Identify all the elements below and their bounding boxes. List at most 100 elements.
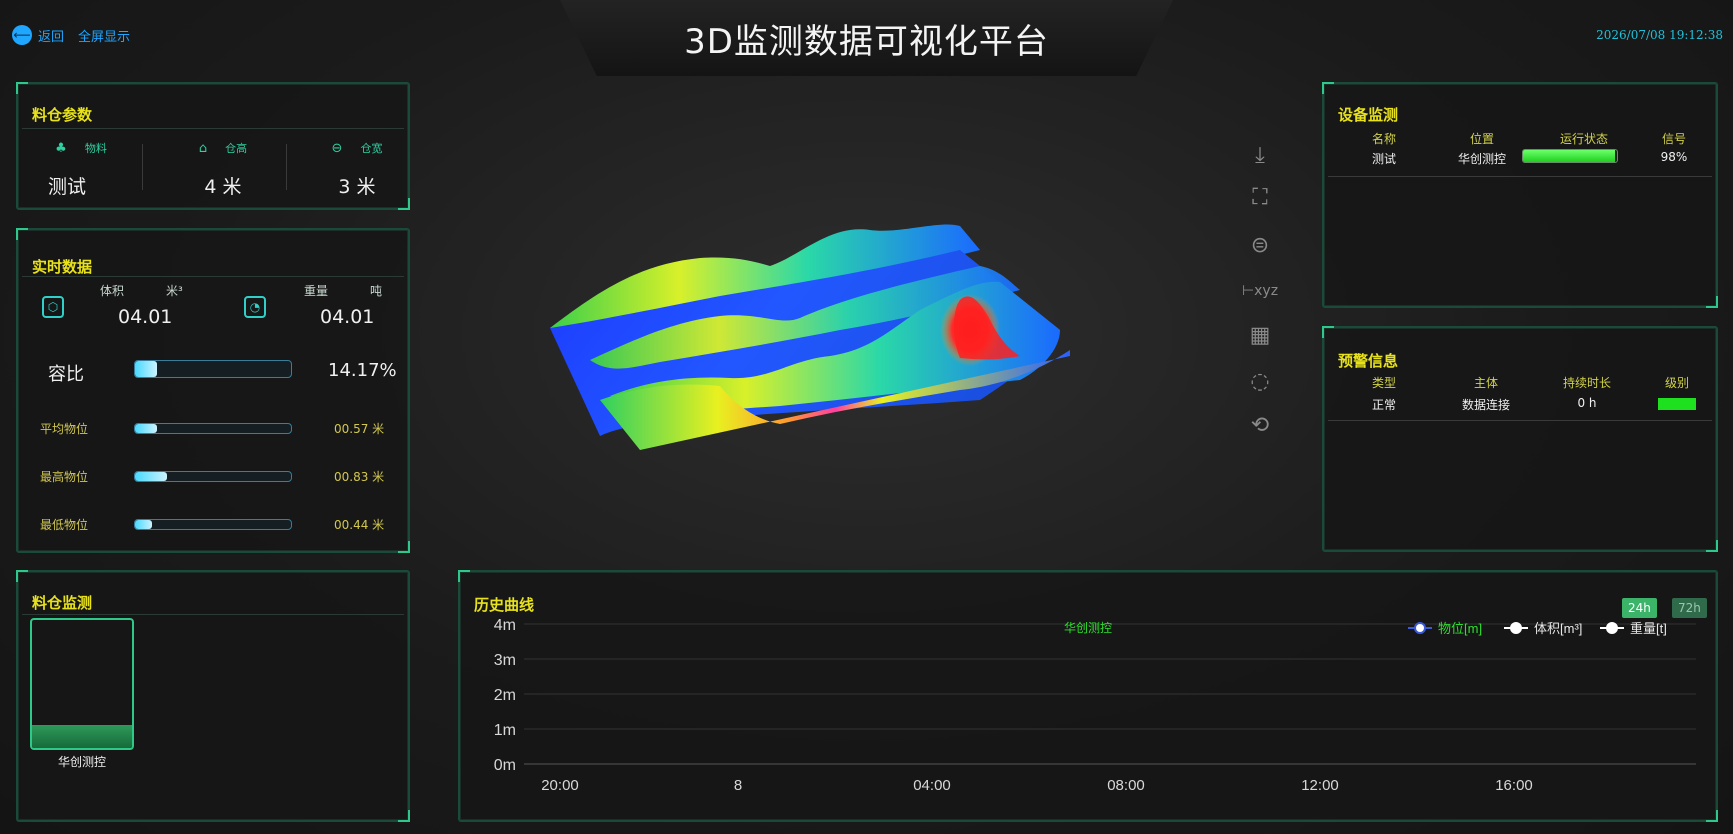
divider: [1328, 420, 1712, 421]
warning-subject: 数据连接: [1461, 398, 1510, 412]
col-header: 名称: [1371, 132, 1396, 146]
datetime-display: 2026/07/08 19:12:38: [1596, 28, 1723, 42]
param-width: ⊖ 仓宽 3 米: [302, 140, 412, 199]
divider: [22, 614, 404, 615]
divider: [1328, 176, 1712, 177]
max-level-bar-fill: [135, 472, 168, 481]
min-level-value: 00.44 米: [334, 518, 385, 532]
cube-icon: ⬡: [42, 296, 64, 318]
max-level-label: 最高物位: [40, 470, 89, 484]
divider: [142, 144, 143, 190]
x-tick-label: 04:00: [913, 777, 951, 794]
y-tick-label: 4m: [494, 617, 516, 634]
min-level-bar-fill: [135, 520, 153, 529]
min-level-label: 最低物位: [40, 518, 89, 532]
avg-level-label: 平均物位: [40, 422, 89, 436]
realtime-title: 实时数据: [32, 258, 93, 276]
warning-panel: 预警信息 类型 主体 持续时长 级别 正常 数据连接 0 h: [1322, 326, 1718, 552]
divider: [286, 144, 287, 190]
gauge-icon: ◔: [244, 296, 266, 318]
minus-circle-icon: ⊖: [331, 140, 343, 156]
weight-unit: 吨: [370, 284, 383, 298]
device-panel: 设备监测 名称 位置 运行状态 信号 测试 华创测控 98%: [1322, 82, 1718, 308]
bin-shape-icon[interactable]: ⊜: [1244, 230, 1276, 260]
param-label: 仓高: [225, 142, 248, 155]
xyz-axis-icon[interactable]: ⊢xyz: [1242, 276, 1278, 306]
col-header: 信号: [1661, 132, 1686, 146]
legend-label: 体积[m³]: [1534, 621, 1582, 636]
focus-frame-icon[interactable]: ⛶: [1244, 182, 1276, 212]
y-tick-label: 3m: [494, 652, 516, 669]
download-icon[interactable]: ⤓: [1244, 140, 1276, 170]
min-level-bar: [134, 519, 292, 530]
legend-marker: [1606, 622, 1618, 634]
col-header: 类型: [1371, 376, 1396, 390]
warning-duration: 0 h: [1577, 396, 1597, 410]
x-tick-label: 16:00: [1495, 777, 1533, 794]
volume-unit: 米³: [166, 284, 183, 298]
device-status-bar: [1522, 149, 1618, 163]
bin-fill-level: [32, 724, 132, 748]
bin-params-title: 料仓参数: [32, 106, 93, 124]
param-value: 测试: [48, 176, 87, 198]
max-level-value: 00.83 米: [334, 470, 385, 484]
fullscreen-link[interactable]: 全屏显示: [78, 26, 130, 45]
device-title: 设备监测: [1338, 106, 1399, 124]
weight-value: 04.01: [320, 306, 375, 328]
3d-surface-view[interactable]: [540, 210, 1200, 510]
max-level-bar: [134, 471, 292, 482]
legend-marker: [1414, 622, 1426, 634]
volume-value: 04.01: [118, 306, 173, 328]
x-tick-label: 8: [734, 777, 742, 794]
tree-icon: ♣: [55, 140, 67, 156]
history-panel: 历史曲线 24h 72h 4m 3m 2m 1m 0m 20:00 8 04:00 08:00 1…: [458, 570, 1718, 822]
col-header: 位置: [1469, 132, 1494, 146]
top-left-nav: ⟵ 返回 全屏显示: [12, 25, 138, 45]
warning-title: 预警信息: [1338, 352, 1399, 370]
col-header: 主体: [1473, 376, 1498, 390]
status-bar-fill: [1523, 150, 1616, 162]
param-value: 4 米: [204, 176, 242, 198]
x-tick-label: 20:00: [541, 777, 579, 794]
param-value: 3 米: [338, 176, 376, 198]
grid-icon[interactable]: ▦: [1244, 320, 1276, 350]
divider: [22, 128, 404, 129]
refresh-icon[interactable]: ⟲: [1244, 410, 1276, 440]
param-label: 物料: [84, 142, 107, 155]
ratio-label: 容比: [48, 364, 84, 385]
ratio-value: 14.17%: [328, 360, 397, 381]
ratio-bar: [134, 360, 292, 378]
col-header: 持续时长: [1562, 376, 1611, 390]
volume-label: 体积: [100, 284, 125, 298]
back-arrow-icon[interactable]: ⟵: [12, 25, 32, 45]
col-header: 运行状态: [1559, 132, 1608, 146]
history-chart: 4m 3m 2m 1m 0m 20:00 8 04:00 08:00 12:00 16:00 华创测控…: [494, 617, 1696, 794]
rotate-icon[interactable]: ◌: [1244, 366, 1276, 396]
x-tick-label: 12:00: [1301, 777, 1339, 794]
warning-level-indicator: [1658, 398, 1696, 410]
bin-monitor-title: 料仓监测: [32, 594, 93, 612]
top-bar: 3D监测数据可视化平台 ⟵ 返回 全屏显示 2026/07/08 19:12:3…: [0, 0, 1733, 76]
terrain-surface: [550, 224, 1070, 450]
bin-card[interactable]: [30, 618, 134, 750]
param-material: ♣ 物料 测试: [26, 140, 136, 199]
y-tick-label: 2m: [494, 687, 516, 704]
param-label: 仓宽: [360, 142, 383, 155]
chart-annotation: 华创测控: [1064, 621, 1112, 635]
device-location: 华创测控: [1457, 152, 1506, 166]
avg-level-bar-fill: [135, 424, 158, 433]
y-tick-label: 1m: [494, 722, 516, 739]
param-height: ⌂ 仓高 4 米: [168, 140, 278, 199]
bin-params-panel: 料仓参数 ♣ 物料 测试 ⌂ 仓高 4 米 ⊖ 仓宽 3 米: [16, 82, 410, 210]
ratio-bar-fill: [135, 361, 158, 377]
legend-marker: [1510, 622, 1522, 634]
legend-label: 重量[t]: [1630, 621, 1667, 636]
home-icon: ⌂: [198, 140, 208, 156]
device-name: 测试: [1371, 152, 1396, 166]
y-tick-label: 0m: [494, 757, 516, 774]
page-title: 3D监测数据可视化平台: [684, 22, 1049, 62]
legend-label: 物位[m]: [1438, 621, 1482, 636]
divider: [22, 276, 404, 277]
device-signal: 98%: [1660, 150, 1688, 164]
back-link[interactable]: 返回: [38, 26, 64, 45]
